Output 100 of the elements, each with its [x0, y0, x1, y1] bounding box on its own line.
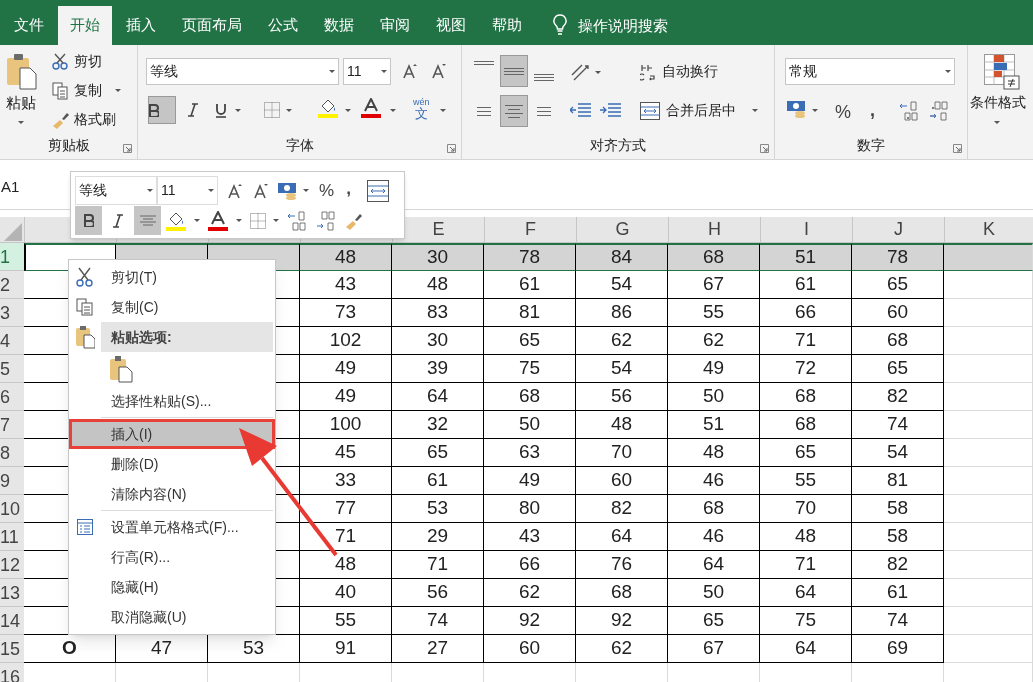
caret-icon[interactable]: [994, 121, 1000, 124]
middle-align-button[interactable]: [500, 55, 528, 87]
row-header[interactable]: 14: [0, 607, 24, 635]
font-color-icon[interactable]: [208, 210, 228, 231]
increase-decimal-icon[interactable]: [899, 101, 919, 121]
menu-item[interactable]: 清除内容(N): [101, 479, 273, 509]
comma-style-button[interactable]: ,: [870, 97, 875, 124]
row-header[interactable]: 1: [0, 243, 24, 271]
paste-button[interactable]: 粘贴: [6, 92, 36, 115]
caret-icon[interactable]: [273, 219, 279, 222]
tell-me-search[interactable]: 操作说明搜索: [578, 6, 668, 45]
increase-decimal-icon[interactable]: [287, 210, 307, 231]
dialog-launcher-icon[interactable]: [953, 144, 962, 153]
column-header[interactable]: I: [760, 217, 852, 242]
ribbon-tab[interactable]: 数据: [312, 6, 366, 45]
font-size-field[interactable]: 11: [157, 176, 218, 205]
grow-font-icon[interactable]: [403, 63, 417, 79]
font-name-field[interactable]: 等线: [146, 58, 339, 85]
row-header[interactable]: 15: [0, 635, 24, 663]
decrease-decimal-icon[interactable]: [316, 210, 336, 231]
menu-item[interactable]: 剪切(T): [101, 262, 273, 292]
wrap-text-button[interactable]: 自动换行: [640, 61, 718, 82]
grow-font-icon[interactable]: [228, 182, 242, 199]
italic-icon[interactable]: [113, 213, 123, 228]
ribbon-tab[interactable]: 文件: [2, 6, 56, 45]
currency-icon[interactable]: [278, 180, 298, 201]
row-header[interactable]: 9: [0, 467, 24, 495]
underline-icon[interactable]: [216, 103, 226, 118]
ribbon-tab[interactable]: 公式: [256, 6, 310, 45]
menu-item[interactable]: 删除(D): [101, 449, 273, 479]
caret-icon[interactable]: [286, 109, 292, 112]
brush-icon[interactable]: [345, 211, 363, 230]
row-header[interactable]: 8: [0, 439, 24, 467]
caret-icon[interactable]: [752, 109, 758, 112]
menu-item[interactable]: 取消隐藏(U): [101, 602, 273, 632]
fill-color-icon[interactable]: [166, 210, 186, 231]
shrink-font-icon[interactable]: [432, 63, 446, 79]
ribbon-tab[interactable]: 插入: [114, 6, 168, 45]
caret-icon[interactable]: [595, 71, 601, 74]
caret-icon[interactable]: [236, 219, 242, 222]
decrease-indent-icon[interactable]: [570, 103, 592, 119]
row-header[interactable]: 2: [0, 271, 24, 299]
shrink-font-icon[interactable]: [254, 182, 268, 199]
comma-style-button[interactable]: ,: [346, 175, 351, 202]
row-header[interactable]: 5: [0, 355, 24, 383]
conditional-format-button[interactable]: 条件格式: [970, 93, 1026, 114]
cut-button[interactable]: 剪切: [52, 51, 102, 72]
dialog-launcher-icon[interactable]: [760, 144, 769, 153]
menu-item[interactable]: 隐藏(H): [101, 572, 273, 602]
column-header[interactable]: J: [852, 217, 944, 242]
merge-cells-icon[interactable]: [366, 179, 389, 202]
ribbon-tab[interactable]: 审阅: [368, 6, 422, 45]
menu-item[interactable]: 选择性粘贴(S)...: [101, 386, 273, 416]
row-header[interactable]: 7: [0, 411, 24, 439]
caret-icon[interactable]: [812, 109, 818, 112]
currency-icon[interactable]: [787, 99, 807, 119]
decrease-decimal-icon[interactable]: [929, 101, 949, 121]
row-header[interactable]: 3: [0, 299, 24, 327]
paste-icon[interactable]: [6, 53, 37, 90]
menu-item[interactable]: 复制(C): [101, 292, 273, 322]
row-header[interactable]: 4: [0, 327, 24, 355]
caret-icon[interactable]: [235, 109, 241, 112]
menu-item[interactable]: 行高(R)...: [101, 542, 273, 572]
italic-icon[interactable]: [188, 103, 198, 117]
row-header[interactable]: 10: [0, 495, 24, 523]
column-header[interactable]: H: [668, 217, 760, 242]
font-name-field[interactable]: 等线: [75, 176, 157, 205]
column-header[interactable]: F: [484, 217, 576, 242]
row-header[interactable]: 13: [0, 579, 24, 607]
column-header[interactable]: G: [576, 217, 668, 242]
row-header[interactable]: 11: [0, 523, 24, 551]
ribbon-tab[interactable]: 帮助: [480, 6, 534, 45]
percent-button[interactable]: %: [319, 177, 335, 204]
ribbon-tab[interactable]: 页面布局: [170, 6, 254, 45]
caret-icon[interactable]: [18, 121, 24, 124]
caret-icon[interactable]: [194, 219, 200, 222]
format-painter-button[interactable]: 格式刷: [52, 109, 116, 130]
merge-center-button[interactable]: 合并后居中: [640, 100, 758, 121]
dialog-launcher-icon[interactable]: [447, 144, 456, 153]
menu-item[interactable]: 设置单元格格式(F)...: [101, 512, 273, 542]
fill-color-icon[interactable]: [318, 98, 338, 118]
column-header[interactable]: K: [944, 217, 1033, 242]
name-box[interactable]: A1: [0, 176, 20, 199]
increase-indent-icon[interactable]: [600, 103, 622, 119]
phonetic-guide-button[interactable]: wén 文: [413, 98, 430, 120]
caret-icon[interactable]: [303, 189, 309, 192]
row-header[interactable]: 12: [0, 551, 24, 579]
caret-icon[interactable]: [440, 109, 446, 112]
align-center-button[interactable]: [500, 95, 528, 127]
dialog-launcher-icon[interactable]: [123, 144, 132, 153]
bold-button[interactable]: [148, 96, 176, 124]
copy-button[interactable]: 复制: [52, 80, 121, 101]
percent-button[interactable]: %: [835, 99, 851, 126]
row-header[interactable]: 6: [0, 383, 24, 411]
paste-option-icon[interactable]: [109, 355, 133, 383]
bold-button[interactable]: [75, 206, 102, 235]
caret-icon[interactable]: [345, 109, 351, 112]
ribbon-tab[interactable]: 开始: [58, 6, 112, 45]
font-size-field[interactable]: 11: [343, 58, 391, 85]
ribbon-tab[interactable]: 视图: [424, 6, 478, 45]
